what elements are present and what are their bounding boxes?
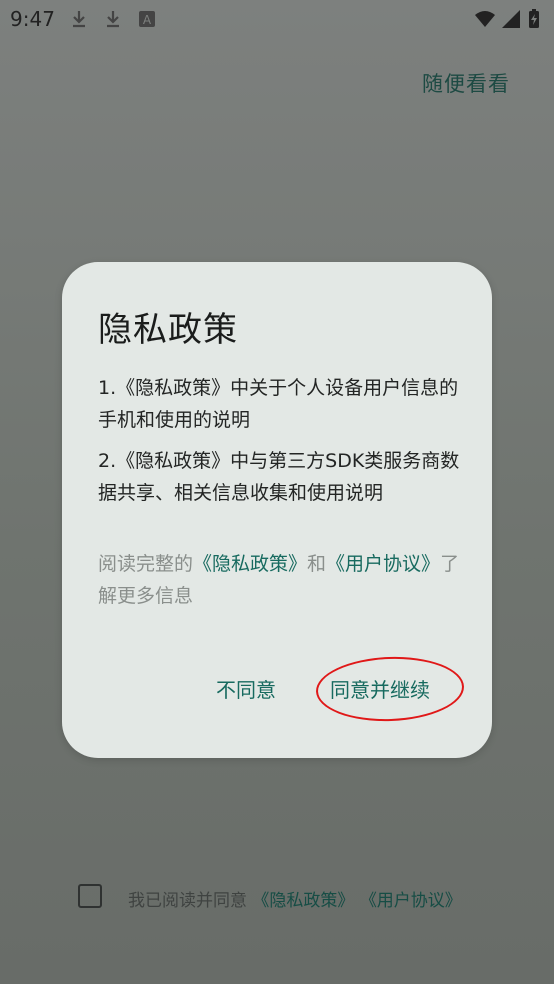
read-more-text: 阅读完整的《隐私政策》和《用户协议》了解更多信息 xyxy=(98,548,460,612)
consent-row: 我已阅读并同意 《隐私政策》 《用户协议》 xyxy=(78,884,538,914)
consent-checkbox[interactable] xyxy=(78,884,102,908)
dialog-title: 隐私政策 xyxy=(98,310,238,350)
policy-item-1: 1.《隐私政策》中关于个人设备用户信息的手机和使用的说明 xyxy=(98,377,459,431)
consent-user-link[interactable]: 《用户协议》 xyxy=(360,891,462,911)
privacy-policy-link[interactable]: 《隐私政策》 xyxy=(193,553,307,575)
consent-text: 我已阅读并同意 《隐私政策》 《用户协议》 xyxy=(128,886,462,911)
agree-continue-button[interactable]: 同意并继续 xyxy=(330,674,430,703)
download-icon xyxy=(107,11,119,28)
read-prefix: 阅读完整的 xyxy=(98,553,194,575)
svg-text:A: A xyxy=(143,13,152,27)
status-bar: 9:47 A xyxy=(0,0,554,38)
disagree-button[interactable]: 不同意 xyxy=(216,674,276,703)
privacy-policy-dialog: 隐私政策 1.《隐私政策》中关于个人设备用户信息的手机和使用的说明 2.《隐私政… xyxy=(62,262,492,758)
user-agreement-link[interactable]: 《用户协议》 xyxy=(326,553,440,575)
wifi-icon xyxy=(475,11,495,27)
battery-charging-icon xyxy=(529,9,539,28)
status-time: 9:47 xyxy=(10,7,55,31)
consent-label: 我已阅读并同意 xyxy=(128,891,247,911)
download-icon xyxy=(73,11,85,28)
browse-freely-link[interactable]: 随便看看 xyxy=(422,68,510,98)
a-badge-icon: A xyxy=(139,11,155,27)
policy-item-2: 2.《隐私政策》中与第三方SDK类服务商数据共享、相关信息收集和使用说明 xyxy=(98,450,460,504)
and-text: 和 xyxy=(307,553,327,575)
consent-privacy-link[interactable]: 《隐私政策》 xyxy=(252,891,354,911)
signal-icon xyxy=(502,10,520,28)
